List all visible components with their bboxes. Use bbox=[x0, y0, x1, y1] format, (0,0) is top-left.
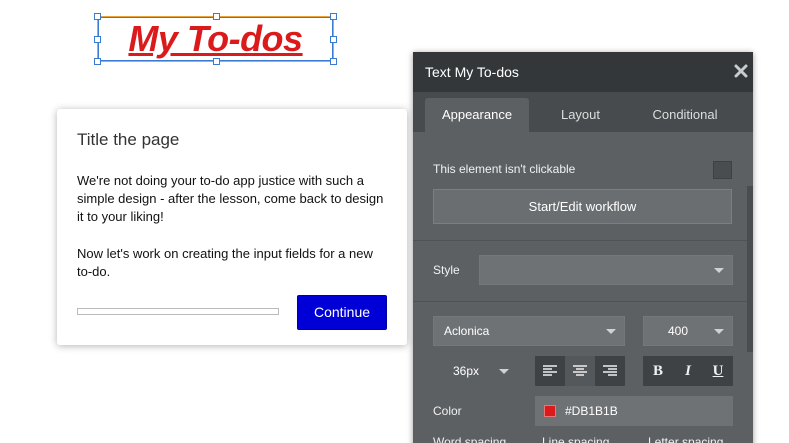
resize-handle-bottom[interactable] bbox=[213, 58, 220, 65]
word-spacing-label: Word spacing bbox=[433, 435, 507, 443]
resize-handle-top-left[interactable] bbox=[94, 13, 101, 20]
font-family-dropdown[interactable]: Aclonica bbox=[433, 316, 625, 346]
color-swatch[interactable] bbox=[544, 405, 556, 417]
style-label: Style bbox=[433, 263, 460, 277]
selected-text-element[interactable]: My To-dos bbox=[94, 13, 337, 65]
panel-scrollbar[interactable] bbox=[747, 186, 753, 352]
tab-conditional[interactable]: Conditional bbox=[632, 98, 738, 132]
divider bbox=[413, 240, 747, 241]
lesson-card: Title the page We're not doing your to-d… bbox=[57, 109, 407, 345]
color-input[interactable]: #DB1B1B bbox=[535, 396, 733, 426]
lesson-title: Title the page bbox=[77, 130, 180, 149]
color-value: #DB1B1B bbox=[565, 404, 618, 418]
chevron-down-icon bbox=[714, 268, 724, 273]
continue-button[interactable]: Continue bbox=[297, 295, 387, 330]
italic-button[interactable]: I bbox=[673, 356, 703, 386]
panel-title: Text My To-dos bbox=[425, 64, 519, 80]
color-label: Color bbox=[433, 404, 462, 418]
align-right-icon[interactable] bbox=[595, 356, 625, 386]
underline-button[interactable]: U bbox=[703, 356, 733, 386]
lesson-paragraph-2: Now let's work on creating the input fie… bbox=[77, 246, 373, 279]
resize-handle-bottom-right[interactable] bbox=[330, 58, 337, 65]
close-icon[interactable] bbox=[734, 64, 748, 78]
chevron-down-icon bbox=[606, 329, 616, 334]
lesson-progress-bar bbox=[77, 308, 279, 315]
panel-header: Text My To-dos bbox=[413, 52, 753, 92]
not-clickable-checkbox[interactable] bbox=[713, 161, 732, 179]
editor-canvas: My To-dos Title the page We're not doing… bbox=[0, 0, 789, 443]
start-edit-workflow-button[interactable]: Start/Edit workflow bbox=[433, 189, 732, 224]
chevron-down-icon bbox=[499, 369, 509, 374]
font-size-value: 36px bbox=[453, 364, 480, 378]
tab-appearance[interactable]: Appearance bbox=[425, 98, 529, 132]
align-center-icon[interactable] bbox=[565, 356, 595, 386]
align-left-icon[interactable] bbox=[535, 356, 565, 386]
not-clickable-label: This element isn't clickable bbox=[433, 162, 576, 176]
font-size-dropdown[interactable]: 36px bbox=[433, 356, 518, 386]
property-editor-panel: Text My To-dos Appearance Layout Conditi… bbox=[413, 52, 753, 443]
style-dropdown[interactable] bbox=[479, 255, 733, 285]
alignment-buttons bbox=[535, 356, 625, 386]
font-family-value: Aclonica bbox=[444, 324, 490, 338]
resize-handle-bottom-left[interactable] bbox=[94, 58, 101, 65]
font-weight-dropdown[interactable]: 400 bbox=[643, 316, 733, 346]
tab-layout[interactable]: Layout bbox=[530, 98, 631, 132]
font-weight-value: 400 bbox=[668, 324, 689, 338]
resize-handle-top[interactable] bbox=[213, 13, 220, 20]
resize-handle-right[interactable] bbox=[330, 36, 337, 43]
panel-tabs: Appearance Layout Conditional bbox=[413, 92, 753, 132]
resize-handle-left[interactable] bbox=[94, 36, 101, 43]
resize-handle-top-right[interactable] bbox=[330, 13, 337, 20]
page-title-text[interactable]: My To-dos bbox=[98, 17, 333, 61]
letter-spacing-label: Letter spacing bbox=[648, 435, 724, 443]
line-spacing-label: Line spacing bbox=[542, 435, 610, 443]
text-format-buttons: B I U bbox=[643, 356, 733, 386]
divider bbox=[413, 301, 747, 302]
chevron-down-icon bbox=[714, 329, 724, 334]
lesson-paragraph-1: We're not doing your to-do app justice w… bbox=[77, 173, 384, 224]
bold-button[interactable]: B bbox=[643, 356, 673, 386]
